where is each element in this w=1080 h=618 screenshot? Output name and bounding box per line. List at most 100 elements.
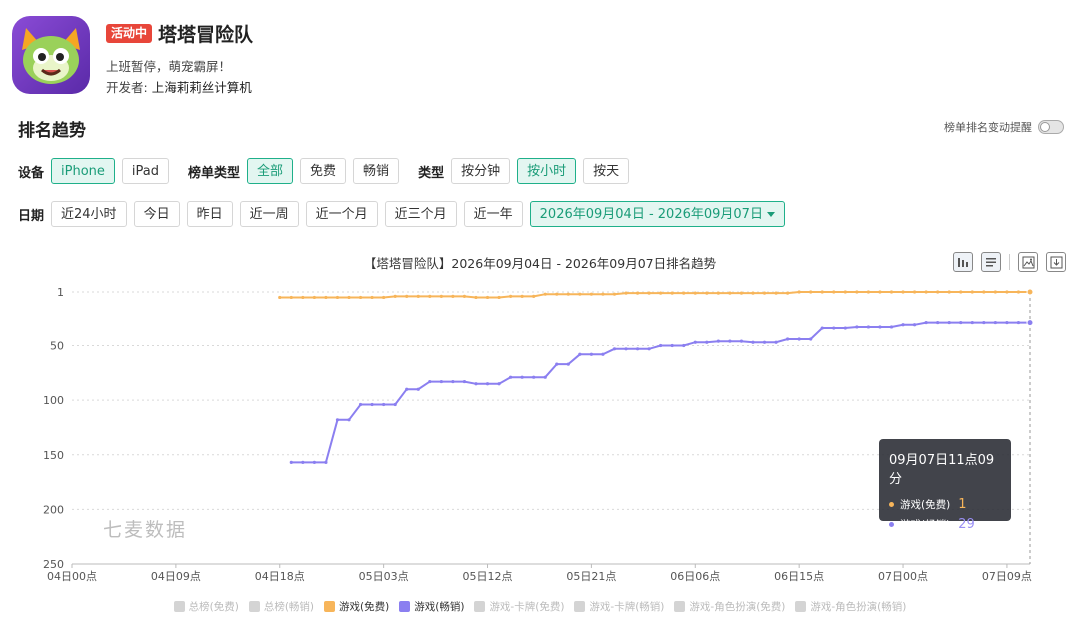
data-point — [624, 291, 628, 295]
tooltip-series-name: 游戏(畅销) — [900, 518, 951, 531]
date-3month-button[interactable]: 近三个月 — [384, 201, 457, 227]
rank-alert: 榜单排名变动提醒 — [944, 119, 1064, 135]
chart-legend: 总榜(免费) 总榜(畅销) 游戏(免费) 游戏(畅销) 游戏-卡牌(免费) 游戏-卡牌(畅… — [0, 599, 1080, 614]
legend-item[interactable]: 游戏-卡牌(免费) — [474, 599, 564, 614]
data-point — [439, 294, 443, 298]
data-point — [739, 291, 744, 295]
image-export-icon[interactable] — [1018, 252, 1038, 272]
data-point — [624, 347, 628, 351]
data-point — [451, 379, 455, 384]
data-point — [312, 460, 316, 465]
date-24h-button[interactable]: 近24小时 — [51, 201, 127, 227]
date-month-button[interactable]: 近一个月 — [305, 201, 378, 227]
data-point — [797, 337, 801, 341]
app-name[interactable]: 塔塔冒险队 — [158, 20, 253, 47]
data-point — [532, 294, 536, 298]
device-iphone-button[interactable]: iPhone — [51, 158, 115, 184]
x-tick-label: 05日21点 — [566, 570, 616, 583]
data-point — [947, 320, 951, 325]
download-icon[interactable] — [1046, 252, 1066, 272]
legend-item[interactable]: 游戏-卡牌(畅销) — [574, 599, 664, 614]
data-point — [762, 340, 767, 344]
x-tick-label: 07日09点 — [982, 570, 1032, 583]
date-year-button[interactable]: 近一年 — [463, 201, 523, 227]
tooltip-series-value: 29 — [958, 516, 975, 532]
device-label: 设备 — [18, 165, 45, 181]
legend-item[interactable]: 总榜(免费) — [173, 599, 239, 614]
data-point — [670, 291, 674, 295]
data-point — [774, 291, 778, 295]
legend-swatch — [324, 601, 336, 612]
data-point — [382, 402, 386, 407]
date-week-button[interactable]: 近一周 — [239, 201, 299, 227]
chart-type-grossing-button[interactable]: 畅销 — [353, 158, 400, 184]
x-tick-label: 05日12点 — [463, 570, 513, 583]
legend-swatch — [173, 601, 185, 612]
legend-item[interactable]: 游戏-角色扮演(免费) — [674, 599, 785, 614]
data-point — [324, 295, 328, 300]
data-point — [416, 294, 420, 298]
series-line — [279, 291, 1030, 299]
data-point — [358, 402, 363, 407]
rank-alert-toggle[interactable] — [1038, 120, 1064, 134]
data-point — [762, 291, 767, 295]
data-point — [970, 320, 974, 325]
app-icon — [12, 16, 90, 94]
bar-view-icon[interactable] — [953, 252, 973, 272]
data-point — [370, 402, 374, 407]
legend-item[interactable]: 总榜(畅销) — [248, 599, 315, 614]
data-point — [289, 295, 293, 300]
data-point — [555, 362, 559, 366]
list-view-icon[interactable] — [981, 252, 1001, 272]
data-point — [532, 375, 536, 379]
data-point — [855, 325, 859, 329]
legend-item[interactable]: 游戏(免费) — [324, 599, 389, 614]
tooltip-series-value: 1 — [958, 496, 967, 512]
data-point — [982, 290, 986, 294]
data-point — [1005, 290, 1009, 294]
x-tick-label: 06日15点 — [774, 570, 824, 583]
legend-label: 游戏-角色扮演(免费) — [689, 601, 786, 613]
data-point — [451, 294, 455, 298]
legend-swatch — [474, 601, 486, 612]
tooltip-row-grossing: 游戏(畅销) 29 — [889, 514, 1001, 534]
data-point — [497, 295, 501, 300]
data-point — [358, 295, 363, 300]
data-point — [485, 295, 490, 300]
legend-item[interactable]: 游戏(畅销) — [399, 599, 464, 614]
data-point — [647, 347, 651, 351]
data-point — [947, 290, 951, 294]
filter-row-date: 日期 近24小时 今日 昨日 近一周 近一个月 近三个月 近一年 2026年09… — [18, 201, 792, 227]
chart-type-free-button[interactable]: 免费 — [300, 158, 347, 184]
highlight-point — [1026, 319, 1034, 327]
data-point — [416, 387, 420, 391]
chart-title: 【塔塔冒险队】2026年09月04日 - 2026年09月07日排名趋势 — [363, 256, 717, 271]
data-point — [797, 290, 801, 294]
data-point — [832, 326, 836, 330]
type-day-button[interactable]: 按天 — [583, 158, 630, 184]
date-today-button[interactable]: 今日 — [133, 201, 180, 227]
chart-type-all-button[interactable]: 全部 — [247, 158, 294, 184]
device-ipad-button[interactable]: iPad — [121, 158, 169, 184]
date-range-picker[interactable]: 2026年09月04日 - 2026年09月07日 — [529, 201, 785, 227]
developer-name[interactable]: 上海莉莉丝计算机 — [152, 80, 252, 95]
legend-item[interactable]: 游戏-角色扮演(畅销) — [795, 599, 906, 614]
data-point — [555, 292, 559, 296]
rank-trend-chart[interactable]: 15010015020025004日00点 04日09点 04日18点 05日03点 0… — [0, 280, 1080, 590]
status-badge: 活动中 — [106, 24, 153, 43]
data-point — [324, 460, 328, 465]
date-yesterday-button[interactable]: 昨日 — [186, 201, 233, 227]
data-point — [335, 295, 340, 300]
data-point — [612, 292, 617, 296]
data-point — [647, 291, 651, 295]
data-point — [936, 290, 940, 294]
legend-label: 总榜(畅销) — [263, 601, 315, 613]
series-dot-free — [889, 501, 894, 507]
data-point — [428, 379, 432, 384]
type-hour-button[interactable]: 按小时 — [517, 158, 577, 184]
type-minute-button[interactable]: 按分钟 — [451, 158, 511, 184]
data-point — [751, 340, 755, 344]
data-point — [405, 294, 409, 298]
filter-row-device: 设备 iPhone iPad 榜单类型 全部 免费 畅销 类型 按分钟 按小时 … — [18, 158, 636, 184]
data-point — [312, 295, 316, 300]
